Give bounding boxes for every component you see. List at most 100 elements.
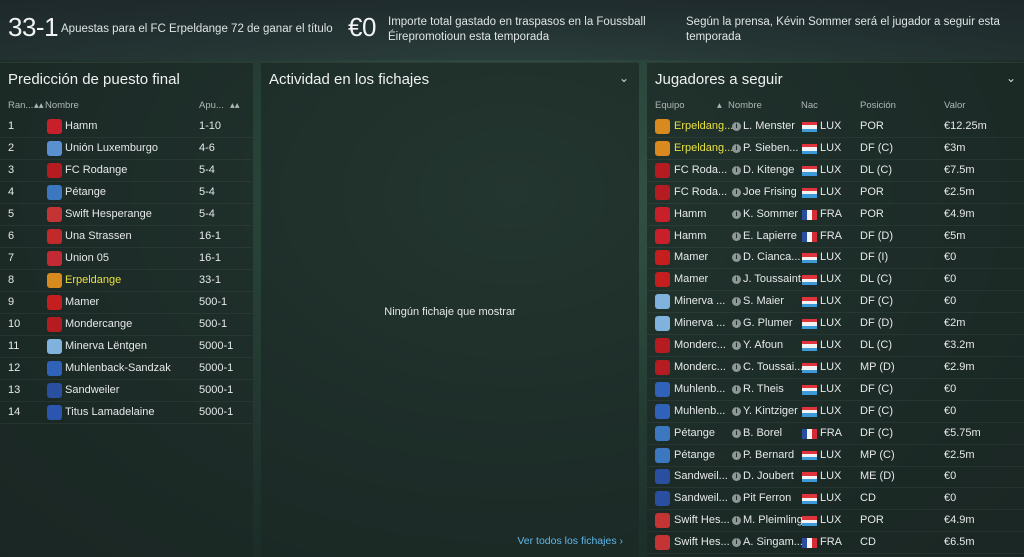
- team-cell[interactable]: Mamer: [674, 273, 708, 285]
- team-cell[interactable]: Minerva ...: [674, 317, 725, 329]
- player-row[interactable]: Erpeldang... i P. Sieben... LUX DF (C) €3m: [647, 138, 1024, 160]
- info-icon[interactable]: i: [732, 494, 741, 504]
- player-name-cell[interactable]: K. Sommer: [743, 208, 798, 220]
- prediction-row[interactable]: 7 Union 05 16-1: [0, 248, 253, 270]
- prediction-row[interactable]: 6 Una Strassen 16-1: [0, 226, 253, 248]
- prediction-row[interactable]: 13 Sandweiler 5000-1: [0, 380, 253, 402]
- player-name-cell[interactable]: Joe Frising: [743, 186, 797, 198]
- value-header[interactable]: Valor: [944, 100, 965, 111]
- club-name-cell[interactable]: Minerva Lëntgen: [65, 340, 147, 352]
- team-cell[interactable]: Monderc...: [674, 339, 726, 351]
- team-cell[interactable]: Hamm: [674, 230, 706, 242]
- club-name-cell[interactable]: Hamm: [65, 120, 97, 132]
- team-cell[interactable]: Sandweil...: [674, 492, 728, 504]
- player-row[interactable]: FC Roda... i Joe Frising LUX POR €2.5m: [647, 182, 1024, 204]
- player-name-cell[interactable]: Y. Afoun: [743, 339, 783, 351]
- club-name-cell[interactable]: Mamer: [65, 296, 99, 308]
- info-icon[interactable]: i: [732, 406, 741, 416]
- team-cell[interactable]: Pétange: [674, 449, 715, 461]
- club-name-cell[interactable]: Muhlenback-Sandzak: [65, 362, 171, 374]
- team-cell[interactable]: Swift Hes...: [674, 514, 730, 526]
- player-row[interactable]: Monderc... i C. Toussai... LUX MP (D) €2.9m: [647, 357, 1024, 379]
- prediction-row[interactable]: 4 Pétange 5-4: [0, 182, 253, 204]
- player-row[interactable]: Muhlenb... i R. Theis LUX DF (C) €0: [647, 379, 1024, 401]
- prediction-row[interactable]: 11 Minerva Lëntgen 5000-1: [0, 336, 253, 358]
- team-cell[interactable]: FC Roda...: [674, 186, 727, 198]
- chevron-down-icon[interactable]: ⌄: [1006, 71, 1018, 85]
- player-row[interactable]: Pétange i P. Bernard LUX MP (C) €2.5m: [647, 445, 1024, 467]
- prediction-row[interactable]: 1 Hamm 1-10: [0, 116, 253, 138]
- prediction-row[interactable]: 9 Mamer 500-1: [0, 292, 253, 314]
- player-row[interactable]: Hamm i K. Sommer FRA POR €4.9m: [647, 204, 1024, 226]
- player-row[interactable]: Minerva ... i G. Plumer LUX DF (D) €2m: [647, 313, 1024, 336]
- club-name-cell[interactable]: Union 05: [65, 252, 109, 264]
- prediction-row[interactable]: 14 Titus Lamadelaine 5000-1: [0, 402, 253, 424]
- player-name-cell[interactable]: A. Singam...: [743, 536, 803, 548]
- name-header[interactable]: Nombre: [45, 100, 79, 111]
- club-name-cell[interactable]: FC Rodange: [65, 164, 127, 176]
- info-icon[interactable]: i: [732, 384, 741, 394]
- info-icon[interactable]: i: [732, 231, 741, 241]
- player-name-cell[interactable]: Pit Ferron: [743, 492, 791, 504]
- team-cell[interactable]: Erpeldang...: [674, 142, 733, 154]
- player-row[interactable]: Monderc... i Y. Afoun LUX DL (C) €3.2m: [647, 335, 1024, 357]
- player-row[interactable]: Swift Hes... i M. Pleimling LUX POR €4.9m: [647, 510, 1024, 533]
- chevron-down-icon[interactable]: ⌄: [619, 71, 631, 85]
- odds-header[interactable]: Apu...: [199, 100, 224, 111]
- club-name-cell[interactable]: Erpeldange: [65, 274, 121, 286]
- view-all-transfers-link[interactable]: Ver todos los fichajes ›: [517, 535, 623, 547]
- name-header[interactable]: Nombre: [728, 100, 762, 111]
- info-icon[interactable]: i: [732, 122, 741, 131]
- club-name-cell[interactable]: Pétange: [65, 186, 106, 198]
- player-row[interactable]: Sandweil... i D. Joubert LUX ME (D) €0: [647, 466, 1024, 489]
- player-row[interactable]: Muhlenb... i Y. Kintziger LUX DF (C) €0: [647, 401, 1024, 423]
- player-row[interactable]: Mamer i D. Cianca... LUX DF (I) €0: [647, 247, 1024, 270]
- info-icon[interactable]: i: [732, 319, 741, 329]
- player-name-cell[interactable]: D. Cianca...: [743, 251, 800, 263]
- team-header[interactable]: Equipo: [655, 100, 685, 111]
- player-row[interactable]: FC Roda... i D. Kitenge LUX DL (C) €7.5m: [647, 160, 1024, 182]
- player-row[interactable]: Mamer i J. Toussaint LUX DL (C) €0: [647, 269, 1024, 292]
- info-icon[interactable]: i: [732, 516, 741, 526]
- info-icon[interactable]: i: [732, 450, 741, 460]
- club-name-cell[interactable]: Swift Hesperange: [65, 208, 152, 220]
- club-name-cell[interactable]: Una Strassen: [65, 230, 132, 242]
- team-cell[interactable]: FC Roda...: [674, 164, 727, 176]
- info-icon[interactable]: i: [732, 187, 741, 197]
- info-icon[interactable]: i: [732, 362, 741, 372]
- info-icon[interactable]: i: [732, 209, 741, 219]
- nationality-header[interactable]: Nac: [801, 100, 818, 111]
- info-icon[interactable]: i: [732, 253, 741, 263]
- player-row[interactable]: Erpeldang... i L. Menster LUX POR €12.25m: [647, 116, 1024, 138]
- team-cell[interactable]: Erpeldang...: [674, 120, 733, 132]
- player-name-cell[interactable]: D. Kitenge: [743, 164, 794, 176]
- info-icon[interactable]: i: [732, 341, 741, 350]
- info-icon[interactable]: i: [732, 165, 741, 175]
- rank-header[interactable]: Ran...: [8, 100, 33, 111]
- team-cell[interactable]: Monderc...: [674, 361, 726, 373]
- player-name-cell[interactable]: G. Plumer: [743, 317, 793, 329]
- player-row[interactable]: Minerva ... i S. Maier LUX DF (C) €0: [647, 291, 1024, 314]
- club-name-cell[interactable]: Mondercange: [65, 318, 132, 330]
- team-cell[interactable]: Sandweil...: [674, 470, 728, 482]
- club-name-cell[interactable]: Sandweiler: [65, 384, 119, 396]
- player-name-cell[interactable]: R. Theis: [743, 383, 784, 395]
- player-name-cell[interactable]: B. Borel: [743, 427, 782, 439]
- info-icon[interactable]: i: [732, 428, 741, 438]
- player-name-cell[interactable]: C. Toussai...: [743, 361, 803, 373]
- team-cell[interactable]: Mamer: [674, 251, 708, 263]
- info-icon[interactable]: i: [732, 538, 741, 548]
- prediction-row[interactable]: 12 Muhlenback-Sandzak 5000-1: [0, 358, 253, 380]
- info-icon[interactable]: i: [732, 297, 741, 307]
- player-row[interactable]: Pétange i B. Borel FRA DF (C) €5.75m: [647, 423, 1024, 445]
- player-name-cell[interactable]: P. Bernard: [743, 449, 794, 461]
- team-cell[interactable]: Muhlenb...: [674, 383, 725, 395]
- player-name-cell[interactable]: D. Joubert: [743, 470, 794, 482]
- info-icon[interactable]: i: [732, 472, 741, 482]
- prediction-row[interactable]: 5 Swift Hesperange 5-4: [0, 204, 253, 226]
- player-name-cell[interactable]: L. Menster: [743, 120, 795, 132]
- player-name-cell[interactable]: E. Lapierre: [743, 230, 797, 242]
- player-row[interactable]: Swift Hes... i A. Singam... FRA CD €6.5m: [647, 532, 1024, 555]
- club-name-cell[interactable]: Unión Luxemburgo: [65, 142, 158, 154]
- info-icon[interactable]: i: [732, 143, 741, 153]
